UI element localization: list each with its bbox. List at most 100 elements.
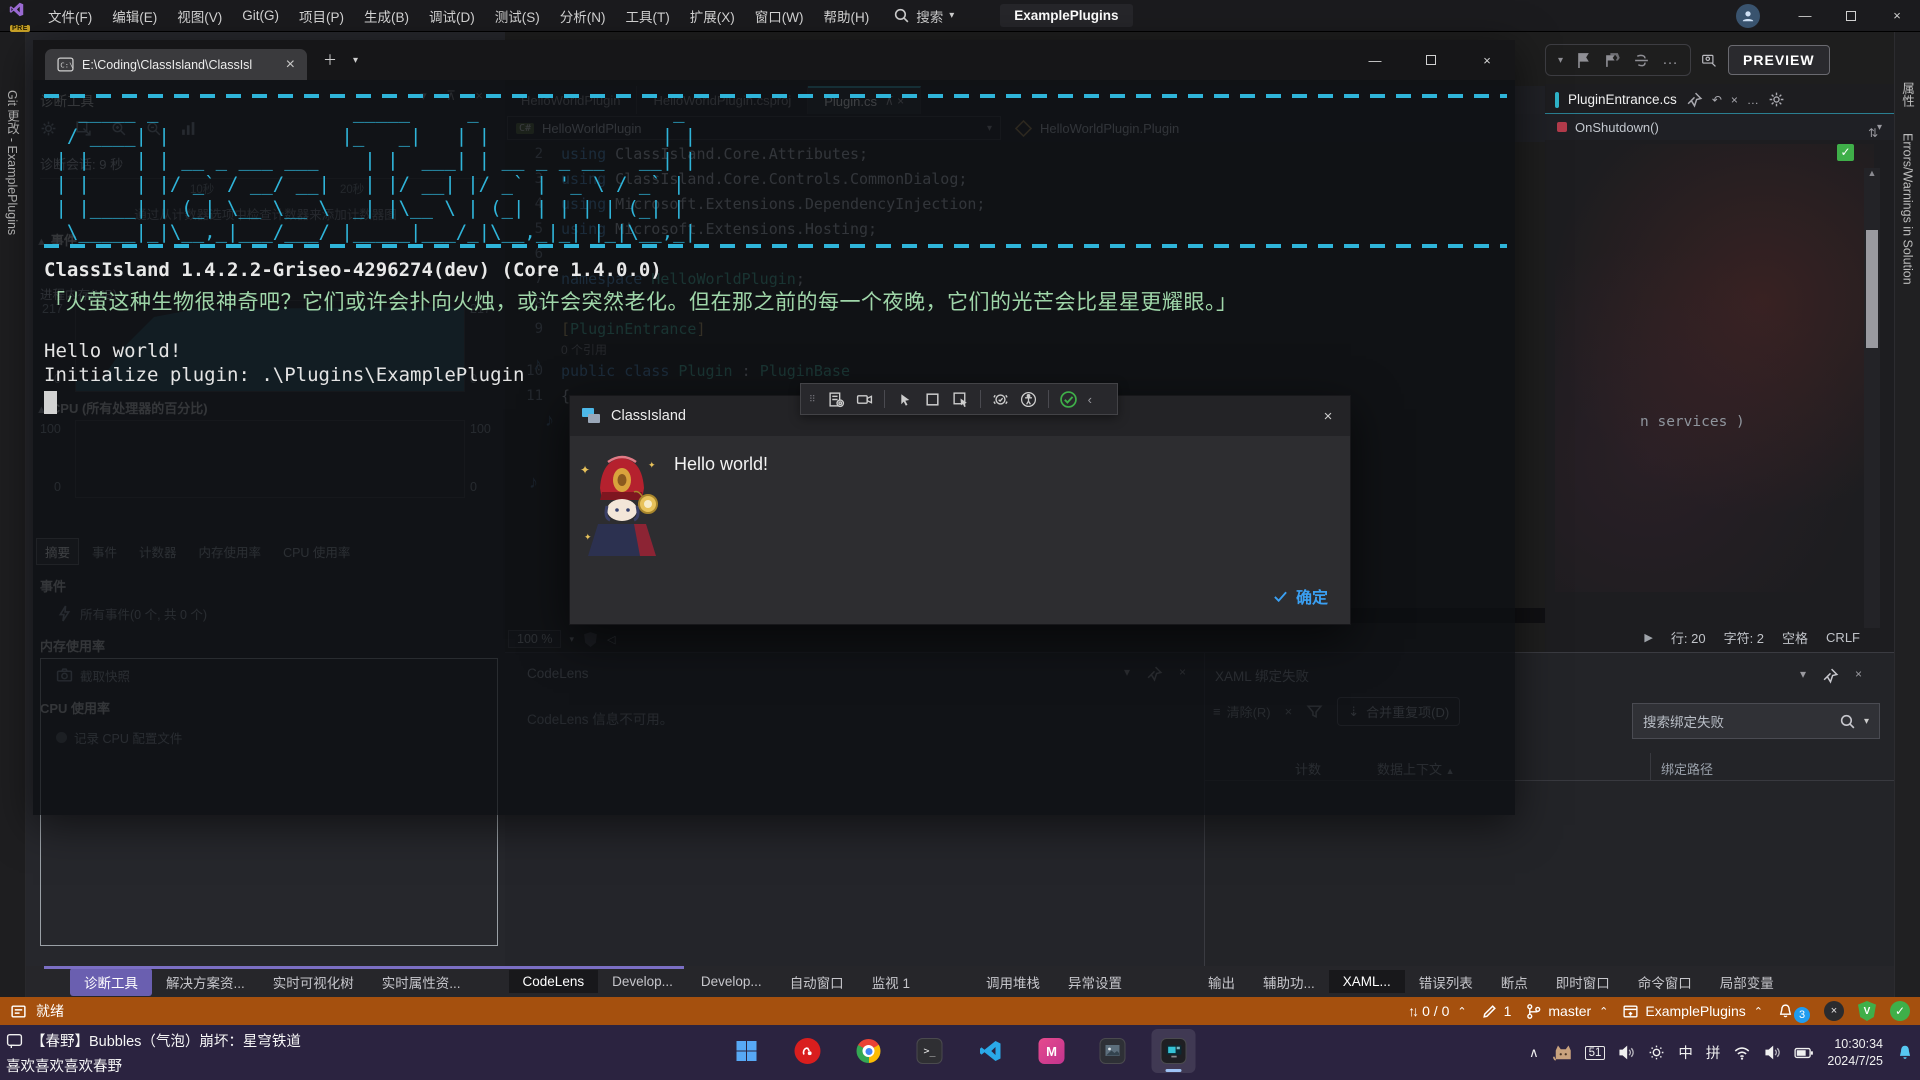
cat-tray-icon[interactable] xyxy=(1552,1043,1572,1063)
tool-window-tab[interactable]: 命令窗口 xyxy=(1624,968,1706,996)
menu-item[interactable]: 视图(V) xyxy=(167,0,232,32)
debug-target-group[interactable]: ▾ … xyxy=(1545,44,1691,76)
tool-window-tab[interactable]: 异常设置 xyxy=(1054,968,1136,996)
right-editor-tab[interactable]: PluginEntrance.cs ↶ × … xyxy=(1545,86,1894,114)
security-shield-icon[interactable]: V xyxy=(1858,1001,1876,1021)
terminal-app-icon[interactable]: >_ xyxy=(908,1029,952,1073)
tray-expand-icon[interactable]: ∧ xyxy=(1529,1045,1539,1061)
tool-window-tab[interactable]: 调用堆栈 xyxy=(972,968,1054,996)
close-icon[interactable]: × xyxy=(1855,667,1862,684)
git-branch[interactable]: master ⌃ xyxy=(1525,1003,1608,1020)
terminal-close-button[interactable]: × xyxy=(1459,40,1515,80)
tool-window-tab[interactable]: 实时可视化树 xyxy=(259,968,368,996)
brightness-icon[interactable] xyxy=(1648,1044,1665,1061)
pin-icon[interactable] xyxy=(1822,667,1839,684)
counter-tray-badge[interactable]: 51 xyxy=(1585,1046,1606,1060)
close-button[interactable]: × xyxy=(1874,0,1920,32)
menu-item[interactable]: 生成(B) xyxy=(354,0,419,32)
ime-mode-indicator[interactable]: 拼 xyxy=(1706,1042,1721,1063)
health-check-icon[interactable]: ✓ xyxy=(1890,1001,1910,1021)
flag-icon[interactable] xyxy=(1575,52,1592,69)
drag-grip[interactable]: ⠿ xyxy=(809,395,817,403)
gear-icon[interactable] xyxy=(1768,91,1785,108)
tool-window-tab[interactable]: Develop... xyxy=(687,970,776,993)
line-indicator[interactable]: 行: 20 xyxy=(1671,628,1706,647)
errors-vertical-tab[interactable]: Errors/Warnings in Solution xyxy=(1901,133,1915,285)
properties-vertical-tab[interactable]: 属性 xyxy=(1898,82,1917,107)
tool-window-tab[interactable]: 断点 xyxy=(1487,968,1542,996)
tool-window-tab[interactable]: 诊断工具 xyxy=(70,968,152,996)
tool-window-tab[interactable]: 监视 1 xyxy=(858,968,924,996)
strikethrough-icon[interactable] xyxy=(1633,52,1650,69)
hot-reload-icon[interactable] xyxy=(992,391,1009,408)
tool-window-tab[interactable]: 即时窗口 xyxy=(1542,968,1624,996)
path-column-header[interactable]: 绑定路径 xyxy=(1661,759,1713,778)
preview-button[interactable]: PREVIEW xyxy=(1728,45,1830,75)
running-app-icon[interactable] xyxy=(1152,1029,1196,1073)
menu-item[interactable]: 测试(S) xyxy=(485,0,550,32)
binding-search-box[interactable]: 搜索绑定失败 ▾ xyxy=(1632,703,1880,739)
wifi-icon[interactable] xyxy=(1733,1044,1751,1062)
tool-window-tab[interactable]: 实时属性资... xyxy=(368,968,475,996)
search-control[interactable]: 搜索 ▾ xyxy=(893,6,954,26)
start-button[interactable] xyxy=(725,1029,769,1073)
image-viewer-icon[interactable] xyxy=(1091,1029,1135,1073)
maximize-button[interactable] xyxy=(1828,0,1874,32)
menu-item[interactable]: 扩展(X) xyxy=(680,0,745,32)
scrollbar-thumb[interactable] xyxy=(1866,230,1878,348)
dialog-close-button[interactable]: × xyxy=(1306,396,1350,436)
tool-window-tab[interactable]: 错误列表 xyxy=(1405,968,1487,996)
status-ok-icon[interactable] xyxy=(1060,391,1077,408)
volume-icon[interactable] xyxy=(1764,1044,1781,1061)
more-icon[interactable]: … xyxy=(1747,93,1759,107)
tool-window-tab[interactable]: CodeLens xyxy=(509,970,599,993)
menu-item[interactable]: 编辑(E) xyxy=(102,0,167,32)
account-avatar[interactable] xyxy=(1736,4,1760,28)
right-breadcrumb[interactable]: OnShutdown() ▾ xyxy=(1545,114,1894,140)
scroll-up-icon[interactable]: ▲ xyxy=(1864,168,1880,178)
select-element-icon[interactable] xyxy=(896,391,913,408)
pink-app-icon[interactable]: M xyxy=(1030,1029,1074,1073)
notifications[interactable]: 3 xyxy=(1777,999,1810,1023)
flag-layers-icon[interactable] xyxy=(1604,52,1621,69)
taskbar-clock[interactable]: 10:30:34 2024/7/25 xyxy=(1827,1036,1883,1070)
new-tab-button[interactable]: ＋ xyxy=(323,50,337,70)
solution-name[interactable]: ExamplePlugins xyxy=(1000,4,1132,27)
cloud-offline-icon[interactable]: × xyxy=(1824,1001,1844,1021)
char-indicator[interactable]: 字符: 2 xyxy=(1724,628,1764,647)
notification-bell-icon[interactable] xyxy=(1896,1044,1914,1062)
send-feedback-icon[interactable] xyxy=(1701,52,1718,69)
tab-close-icon[interactable]: × xyxy=(286,56,295,74)
vertical-scrollbar[interactable]: ▲ xyxy=(1864,168,1880,628)
ok-button[interactable]: 确定 xyxy=(1273,584,1328,608)
menu-item[interactable]: 文件(F) xyxy=(38,0,102,32)
music-app-icon[interactable] xyxy=(786,1029,830,1073)
git-repository[interactable]: ExamplePlugins ⌃ xyxy=(1622,1003,1763,1020)
git-changes-vertical-tab[interactable]: Git 更改 - ExamplePlugins xyxy=(3,90,22,235)
ime-language-indicator[interactable]: 中 xyxy=(1678,1042,1693,1063)
eol-indicator[interactable]: CRLF xyxy=(1826,630,1860,645)
caret-right-icon[interactable]: ▶ xyxy=(1644,631,1652,644)
space-indicator[interactable]: 空格 xyxy=(1782,628,1808,647)
tool-window-tab[interactable]: 输出 xyxy=(1194,968,1249,996)
tool-window-tab[interactable]: 辅助功... xyxy=(1249,968,1329,996)
event-log-icon[interactable] xyxy=(828,391,845,408)
audio-device-icon[interactable] xyxy=(1618,1044,1635,1061)
menu-item[interactable]: Git(G) xyxy=(232,0,289,32)
more-icon[interactable]: … xyxy=(1662,51,1678,69)
select-window-icon[interactable] xyxy=(952,391,969,408)
sync-status[interactable]: ↑↓ 0 / 0 ⌃ xyxy=(1408,1003,1466,1019)
tool-window-tab[interactable]: 自动窗口 xyxy=(776,968,858,996)
accessibility-icon[interactable] xyxy=(1020,391,1037,408)
split-editor-handle[interactable]: ⇅ xyxy=(1868,126,1878,140)
collapse-toolbar-icon[interactable]: ‹ xyxy=(1088,392,1092,407)
pin-icon[interactable] xyxy=(1686,91,1703,108)
menu-item[interactable]: 工具(T) xyxy=(616,0,680,32)
menu-item[interactable]: 窗口(W) xyxy=(745,0,814,32)
tool-window-tab[interactable]: Develop... xyxy=(598,970,687,993)
menu-item[interactable]: 项目(P) xyxy=(289,0,354,32)
pending-edits[interactable]: 1 xyxy=(1481,1003,1512,1020)
menu-item[interactable]: 帮助(H) xyxy=(813,0,879,32)
terminal-tab[interactable]: C:\ E:\Coding\ClassIsland\ClassIsl × xyxy=(45,49,307,80)
menu-item[interactable]: 分析(N) xyxy=(550,0,616,32)
